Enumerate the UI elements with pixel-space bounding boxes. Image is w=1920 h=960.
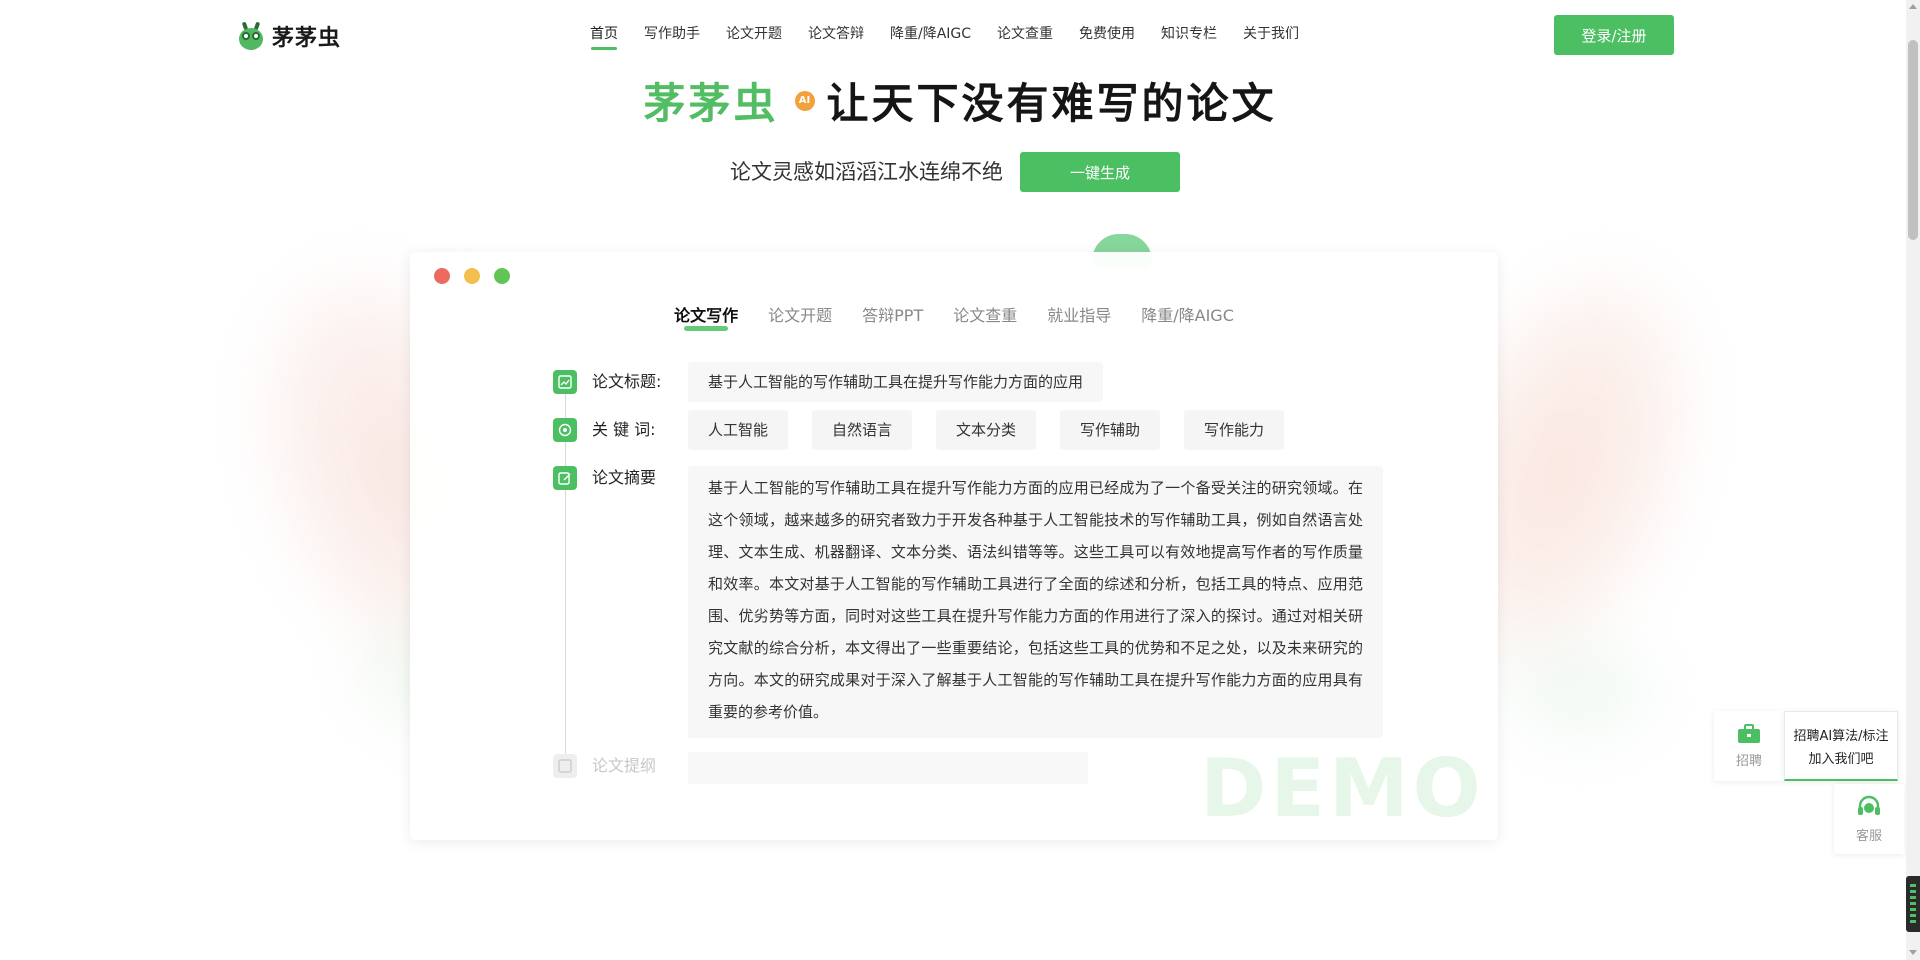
recruit-label: 招聘 bbox=[1735, 753, 1762, 769]
nav-home[interactable]: 首页 bbox=[590, 24, 618, 50]
scroll-up-arrow-icon[interactable] bbox=[1909, 4, 1917, 9]
main-nav: 首页 写作助手 论文开题 论文答辩 降重/降AIGC 论文查重 免费使用 知识专… bbox=[590, 24, 1325, 50]
scroll-thumb[interactable] bbox=[1908, 40, 1918, 240]
headset-icon bbox=[1858, 795, 1880, 815]
background-leaf-right bbox=[1480, 620, 1680, 760]
login-register-button[interactable]: 登录/注册 bbox=[1554, 15, 1674, 55]
one-click-generate-button[interactable]: 一键生成 bbox=[1020, 152, 1180, 192]
side-tool-widget[interactable] bbox=[1906, 876, 1920, 932]
outline-label: 论文提纲 bbox=[592, 756, 657, 775]
scroll-down-arrow-icon[interactable] bbox=[1909, 950, 1917, 955]
nav-thesis-defense[interactable]: 论文答辩 bbox=[808, 24, 864, 44]
nav-knowledge-column[interactable]: 知识专栏 bbox=[1161, 24, 1217, 44]
nav-reduce-aigc[interactable]: 降重/降AIGC bbox=[890, 24, 971, 44]
recruit-line-1: 招聘AI算法/标注 bbox=[1793, 728, 1889, 744]
demo-watermark: DEMO bbox=[1200, 742, 1485, 835]
keyword-tag: 文本分类 bbox=[936, 410, 1037, 450]
hero-slogan: 让天下没有难写的论文 bbox=[826, 79, 1277, 128]
keyword-tag: 写作辅助 bbox=[1060, 410, 1161, 450]
tab-thesis-proposal[interactable]: 论文开题 bbox=[768, 304, 832, 328]
abstract-label: 论文摘要 bbox=[592, 468, 657, 487]
title-image-icon bbox=[553, 370, 577, 394]
customer-service-widget[interactable]: 客服 bbox=[1834, 784, 1904, 854]
window-close-dot bbox=[434, 268, 450, 284]
nav-plagiarism-check[interactable]: 论文查重 bbox=[997, 24, 1053, 44]
recruit-line-2: 加入我们吧 bbox=[1808, 751, 1874, 767]
service-label: 客服 bbox=[1855, 828, 1882, 844]
tab-plagiarism-check[interactable]: 论文查重 bbox=[953, 304, 1017, 328]
keyword-tag: 写作能力 bbox=[1184, 410, 1285, 450]
tab-reduce-aigc[interactable]: 降重/降AIGC bbox=[1141, 304, 1234, 328]
recruit-widget[interactable]: 招聘 bbox=[1714, 711, 1784, 781]
nav-thesis-proposal[interactable]: 论文开题 bbox=[726, 24, 782, 44]
demo-window: 论文写作 论文开题 答辩PPT 论文查重 就业指导 降重/降AIGC 论文标题:… bbox=[410, 252, 1498, 840]
tab-thesis-writing[interactable]: 论文写作 bbox=[674, 304, 738, 331]
outline-placeholder bbox=[688, 752, 1088, 784]
logo-text: 茅茅虫 bbox=[272, 25, 342, 51]
keyword-tag: 自然语言 bbox=[812, 410, 913, 450]
title-label: 论文标题: bbox=[592, 372, 662, 391]
recruit-popup[interactable]: 招聘AI算法/标注 加入我们吧 bbox=[1784, 711, 1898, 781]
keywords-label: 关 键 词: bbox=[592, 420, 656, 439]
site-logo[interactable]: 茅茅虫 bbox=[238, 20, 341, 52]
abstract-text: 基于人工智能的写作辅助工具在提升写作能力方面的应用已经成为了一个备受关注的研究领… bbox=[688, 466, 1383, 738]
thesis-title-field: 基于人工智能的写作辅助工具在提升写作能力方面的应用 bbox=[688, 362, 1104, 402]
briefcase-icon bbox=[1738, 723, 1760, 743]
nav-writing-assistant[interactable]: 写作助手 bbox=[644, 24, 700, 44]
page-scrollbar[interactable] bbox=[1906, 0, 1920, 960]
ai-badge-icon: AI bbox=[794, 90, 815, 111]
window-minimize-dot bbox=[464, 268, 480, 284]
outline-list-icon bbox=[553, 754, 577, 778]
hero-brand: 茅茅虫 bbox=[643, 79, 779, 128]
nav-about-us[interactable]: 关于我们 bbox=[1243, 24, 1299, 44]
nav-free-use[interactable]: 免费使用 bbox=[1079, 24, 1135, 44]
keyword-tag: 人工智能 bbox=[688, 410, 789, 450]
tab-career-guidance[interactable]: 就业指导 bbox=[1047, 304, 1111, 328]
demo-tabs: 论文写作 论文开题 答辩PPT 论文查重 就业指导 降重/降AIGC bbox=[410, 304, 1498, 331]
top-header: 茅茅虫 首页 写作助手 论文开题 论文答辩 降重/降AIGC 论文查重 免费使用… bbox=[0, 0, 1920, 70]
hero-subtitle: 论文灵感如滔滔江水连绵不绝 bbox=[730, 160, 1003, 184]
abstract-edit-icon bbox=[553, 466, 577, 490]
keywords-target-icon bbox=[553, 418, 577, 442]
tab-defense-ppt[interactable]: 答辩PPT bbox=[862, 304, 923, 328]
window-maximize-dot bbox=[494, 268, 510, 284]
hero-title: 茅茅虫 AI 让天下没有难写的论文 bbox=[0, 76, 1920, 132]
bug-mascot-icon bbox=[238, 21, 264, 50]
